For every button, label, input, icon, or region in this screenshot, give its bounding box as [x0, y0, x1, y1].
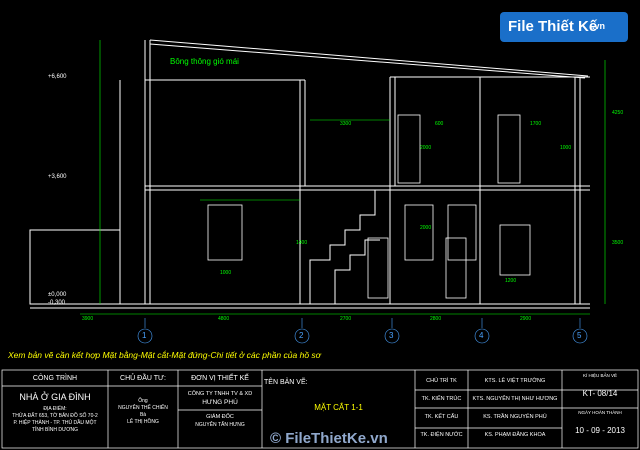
level-3600: +3,600: [48, 174, 67, 180]
ten-ban-ve-header: TÊN BẢN VẼ:: [264, 379, 308, 386]
dim-bottom-4: 2800: [430, 316, 442, 322]
dim-bottom-1: 3900: [82, 316, 94, 322]
giam-doc-name: NGUYỄN TẤN HƯNG: [195, 422, 245, 428]
dia-diem-1: THỬA ĐẤT 653, TỜ BẢN ĐỒ SỐ 70-2: [12, 413, 98, 419]
dim-right-2: 3500: [612, 240, 624, 246]
chu-dau-tu-2: NGUYỄN THẾ CHIẾN: [118, 405, 168, 411]
role-4: TK. ĐIỆN NƯỚC: [420, 432, 463, 438]
dim-bottom-5: 2900: [520, 316, 532, 322]
watermark-domain: .vn: [592, 21, 606, 31]
drawing-note: Xem bản vẽ cần kết hợp Mặt bằng-Mặt cắt-…: [8, 350, 321, 360]
footer-watermark: © FileThietKe.vn: [270, 430, 388, 447]
dim-upper-1: 3300: [340, 121, 352, 127]
dim-bottom-2: 4800: [218, 316, 230, 322]
ngay: 10 - 09 - 2013: [575, 426, 625, 435]
level-minus-300: -0,300: [48, 300, 66, 306]
giam-doc-header: GIÁM ĐỐC: [206, 414, 234, 420]
dim-upper-5: 1000: [560, 145, 572, 151]
role-2: TK. KIẾN TRÚC: [421, 396, 462, 402]
dia-diem-header: ĐỊA ĐIỂM:: [43, 406, 67, 412]
vent-label: Bông thông gió mái: [170, 57, 239, 66]
axis-label-5: 5: [577, 331, 582, 340]
level-6600: +6,600: [48, 74, 67, 80]
name-1: KTS. LÊ VIỆT TRƯỜNG: [484, 378, 546, 384]
name-4: KS. PHẠM ĐĂNG KHOA: [484, 432, 546, 438]
chu-dau-tu-3: Bà: [139, 412, 147, 418]
cong-trinh-name: NHÀ Ở GIA ĐÌNH: [19, 392, 91, 402]
ky-hieu: KT- 08/14: [582, 389, 618, 398]
role-3: TK. KẾT CẤU: [424, 414, 459, 420]
dim-upper-4: 2000: [420, 145, 432, 151]
dim-upper-2: 600: [435, 121, 444, 127]
watermark-logo: File Thiết Kế .vn: [500, 12, 628, 42]
axis-label-1: 1: [142, 331, 147, 340]
don-vi-2: HƯNG PHÚ: [202, 399, 238, 406]
dim-bottom-3: 2700: [340, 316, 352, 322]
dim-upper-3: 1700: [530, 121, 542, 127]
dim-lower-4: 1200: [505, 278, 517, 284]
cong-trinh-header: CÔNG TRÌNH: [32, 375, 78, 382]
level-0000: ±0,000: [48, 292, 67, 298]
don-vi-header: ĐƠN VỊ THIẾT KẾ: [191, 375, 249, 382]
don-vi-1: CÔNG TY TNHH TV & XD: [187, 391, 253, 397]
axis-label-2: 2: [299, 331, 304, 340]
name-2: KTS. NGUYỄN THỊ NHƯ HƯƠNG: [472, 396, 558, 402]
chu-dau-tu-1: Ông: [138, 398, 148, 404]
role-1: CHỦ TRÌ TK: [426, 378, 457, 384]
chu-dau-tu-4: LÊ THỊ HỒNG: [127, 419, 159, 425]
axis-label-3: 3: [389, 331, 394, 340]
dim-lower-1: 1000: [220, 270, 232, 276]
watermark-brand: File Thiết Kế: [508, 18, 598, 35]
dim-right-1: 4250: [612, 110, 624, 116]
axis-label-4: 4: [479, 331, 484, 340]
ngay-header: NGÀY HOÀN THÀNH: [578, 410, 622, 415]
dim-lower-3: 2000: [420, 225, 432, 231]
name-3: KS. TRẦN NGUYÊN PHÚ: [483, 414, 547, 420]
ten-ban-ve: MẶT CẮT 1-1: [314, 403, 363, 412]
dim-lower-2: 1400: [296, 240, 308, 246]
dia-diem-3: TỈNH BÌNH DƯƠNG: [31, 427, 79, 433]
ky-hieu-header: KÍ HIỆU BẢN VẼ: [582, 373, 617, 378]
chu-dau-tu-header: CHỦ ĐẦU TƯ:: [120, 375, 166, 382]
dia-diem-2: P. HIỆP THÀNH - TP. THỦ DẦU MỘT: [13, 420, 97, 426]
